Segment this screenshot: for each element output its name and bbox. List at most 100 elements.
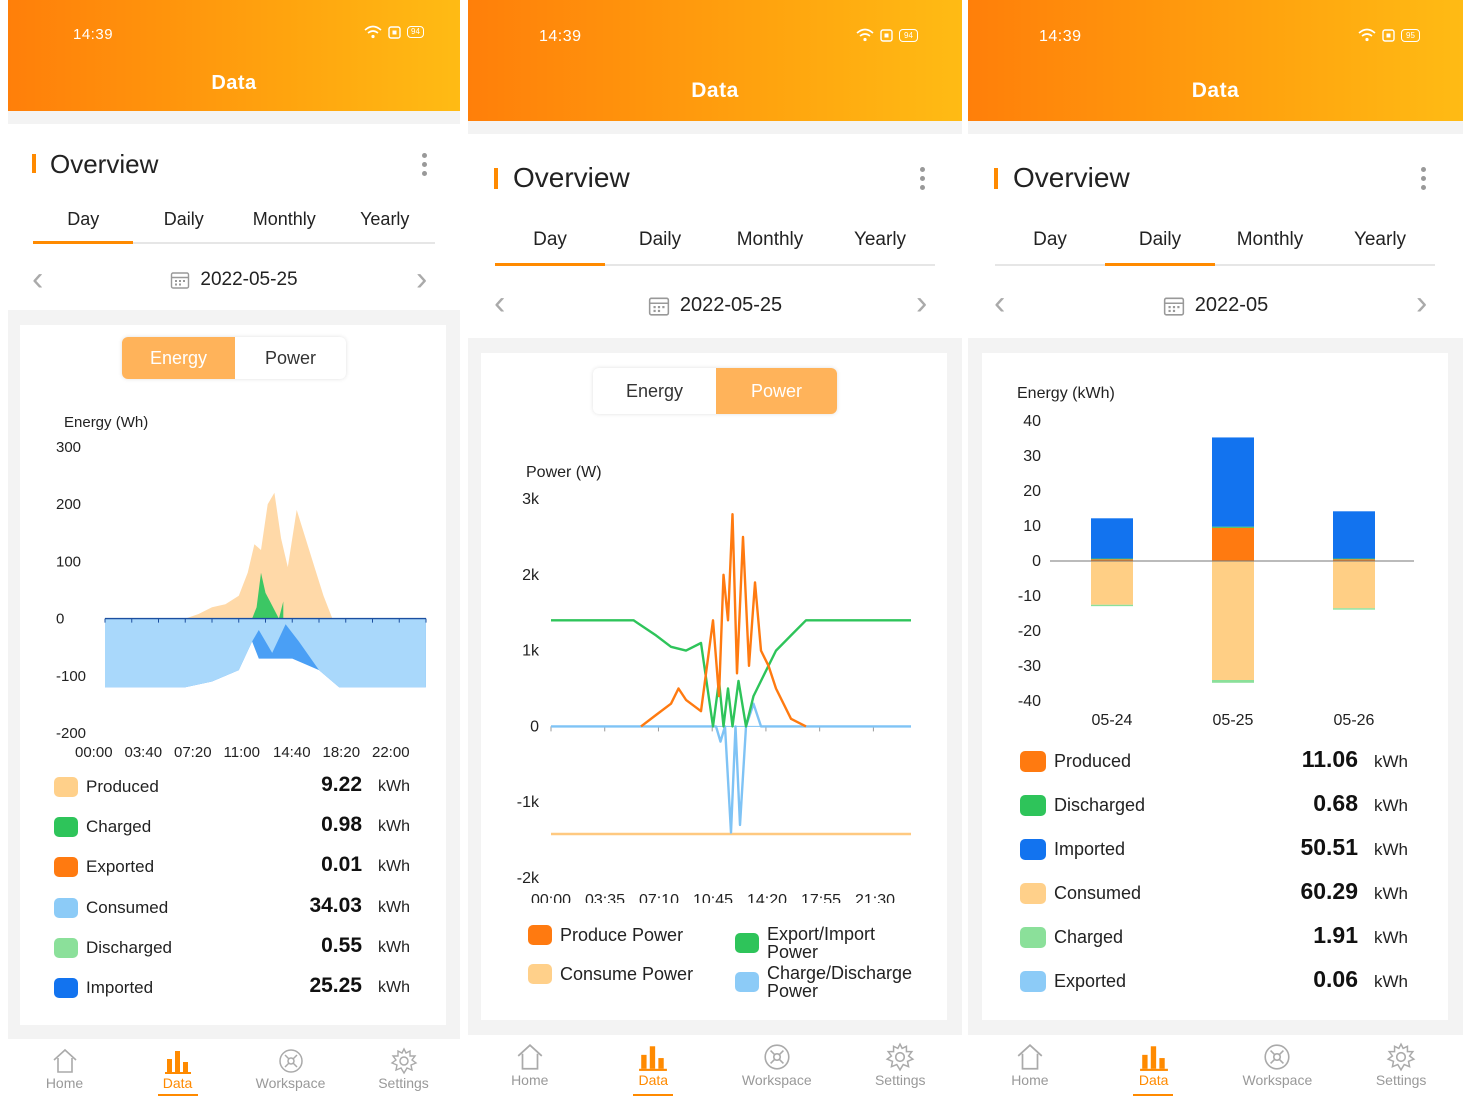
overview-title: Overview [1013, 162, 1130, 193]
more-options-icon[interactable] [920, 167, 926, 194]
y-tick-label: 20 [1023, 483, 1041, 500]
legend-item: Exported [54, 857, 155, 878]
bar-discharged [1212, 526, 1254, 528]
nav-home[interactable]: Home [468, 1035, 592, 1097]
more-options-icon[interactable] [1421, 167, 1427, 194]
period-tabs: Day Daily Monthly Yearly [495, 229, 935, 251]
nfc-icon [1382, 28, 1395, 42]
legend-value: 0.98 [321, 813, 362, 837]
more-options-icon[interactable] [422, 153, 428, 180]
nfc-icon [388, 25, 401, 39]
nav-settings[interactable]: Settings [347, 1039, 460, 1097]
y-tick-label: 200 [56, 496, 81, 513]
legend-swatch [54, 937, 78, 958]
status-icons: 94 [856, 28, 918, 42]
power-toggle[interactable]: Power [716, 368, 837, 414]
tab-monthly[interactable]: Monthly [715, 229, 825, 251]
energy-toggle[interactable]: Energy [122, 337, 235, 379]
status-time: 14:39 [539, 28, 582, 45]
nfc-icon [880, 28, 893, 42]
legend-value: 0.06 [1313, 966, 1358, 992]
nav-data[interactable]: Data [592, 1035, 716, 1097]
tab-daily[interactable]: Daily [1105, 229, 1215, 251]
overview-accent [32, 154, 36, 173]
nav-home[interactable]: Home [968, 1035, 1092, 1097]
nav-data-label: Data [1138, 1072, 1169, 1088]
tab-day[interactable]: Day [33, 209, 134, 230]
energy-toggle[interactable]: Energy [593, 368, 716, 414]
nav-workspace[interactable]: Workspace [234, 1039, 347, 1097]
legend-label: Produced [1054, 751, 1132, 771]
tab-yearly[interactable]: Yearly [825, 229, 935, 251]
legend-value: 9.22 [321, 773, 362, 796]
gear-icon [1386, 1042, 1416, 1072]
legend-item: Consume Power [528, 964, 718, 984]
bar-consumed [1091, 561, 1133, 605]
legend-swatch [735, 933, 759, 953]
nav-data[interactable]: Data [1092, 1035, 1216, 1097]
nav-home[interactable]: Home [8, 1039, 121, 1097]
power-line-chart: Power (W) 3k 2k 1k 0 -1k -2k 00:00 03:35 07:10 10:… [517, 464, 911, 903]
nav-data[interactable]: Data [121, 1039, 234, 1097]
app-header: 14:39 94 Data [468, 0, 962, 121]
nav-data-label: Data [638, 1072, 669, 1088]
nav-workspace-label: Workspace [741, 1072, 812, 1088]
date-selector[interactable]: 2022-05-25 [8, 269, 460, 291]
legend-item: Exported [1020, 971, 1126, 992]
tab-yearly[interactable]: Yearly [1325, 229, 1435, 251]
y-axis-label: Energy (kWh) [1017, 385, 1115, 402]
nav-settings[interactable]: Settings [839, 1035, 963, 1097]
workspace-icon [764, 1044, 790, 1070]
power-toggle[interactable]: Power [235, 337, 346, 379]
y-tick-label: 1k [522, 643, 540, 660]
y-tick-label: 30 [1023, 448, 1041, 465]
y-tick-label: -40 [1018, 693, 1041, 710]
x-tick-label: 14:40 [273, 744, 311, 761]
tab-day[interactable]: Day [995, 229, 1105, 251]
legend-unit: kWh [378, 818, 410, 836]
x-tick-label: 03:40 [125, 744, 163, 761]
page-title: Data [691, 79, 739, 102]
x-tick-label: 22:00 [372, 744, 410, 761]
workspace-icon [1264, 1044, 1290, 1070]
bar-produced [1212, 527, 1254, 561]
tab-day[interactable]: Day [495, 229, 605, 251]
nav-workspace[interactable]: Workspace [1216, 1035, 1340, 1097]
battery-icon: 94 [899, 28, 918, 42]
bar-imported [1212, 437, 1254, 527]
tab-yearly[interactable]: Yearly [335, 209, 436, 230]
legend-unit: kWh [1374, 928, 1408, 947]
tab-daily[interactable]: Daily [134, 209, 235, 230]
nav-settings-label: Settings [874, 1072, 926, 1088]
date-selector[interactable]: 2022-05-25 [468, 294, 962, 317]
nav-workspace[interactable]: Workspace [715, 1035, 839, 1097]
workspace-icon [278, 1049, 303, 1073]
legend-label: Exported [86, 857, 155, 877]
legend-swatch [54, 857, 78, 878]
tab-monthly[interactable]: Monthly [234, 209, 335, 230]
legend-unit: kWh [1374, 796, 1408, 815]
nav-home-label: Home [511, 1072, 549, 1088]
gear-icon [885, 1042, 915, 1072]
legend-label: Produce Power [560, 925, 684, 945]
tab-monthly[interactable]: Monthly [1215, 229, 1325, 251]
tab-daily[interactable]: Daily [605, 229, 715, 251]
bar-imported [1091, 518, 1133, 559]
calendar-icon [171, 272, 190, 289]
legend-swatch [54, 777, 78, 797]
legend-item: Charged [54, 817, 151, 838]
calendar-icon [648, 297, 669, 316]
tab-indicator [33, 241, 133, 244]
legend-value: 50.51 [1300, 834, 1358, 860]
tab-indicator [1105, 263, 1215, 266]
legend-label: Discharged [1054, 795, 1146, 815]
x-tick-label: 05-24 [1092, 712, 1133, 729]
page-title: Data [1191, 79, 1240, 102]
x-tick-label: 18:20 [323, 744, 361, 761]
y-tick-label: -2k [517, 870, 540, 887]
x-tick-label: 07:10 [639, 892, 679, 903]
energy-bar-chart: Energy (kWh) 40 30 20 10 0 -10 -20 -30 -40 05-24 05… [1017, 385, 1414, 729]
y-tick-label: 100 [56, 553, 81, 570]
date-selector[interactable]: 2022-05 [968, 294, 1463, 317]
nav-settings[interactable]: Settings [1339, 1035, 1463, 1097]
